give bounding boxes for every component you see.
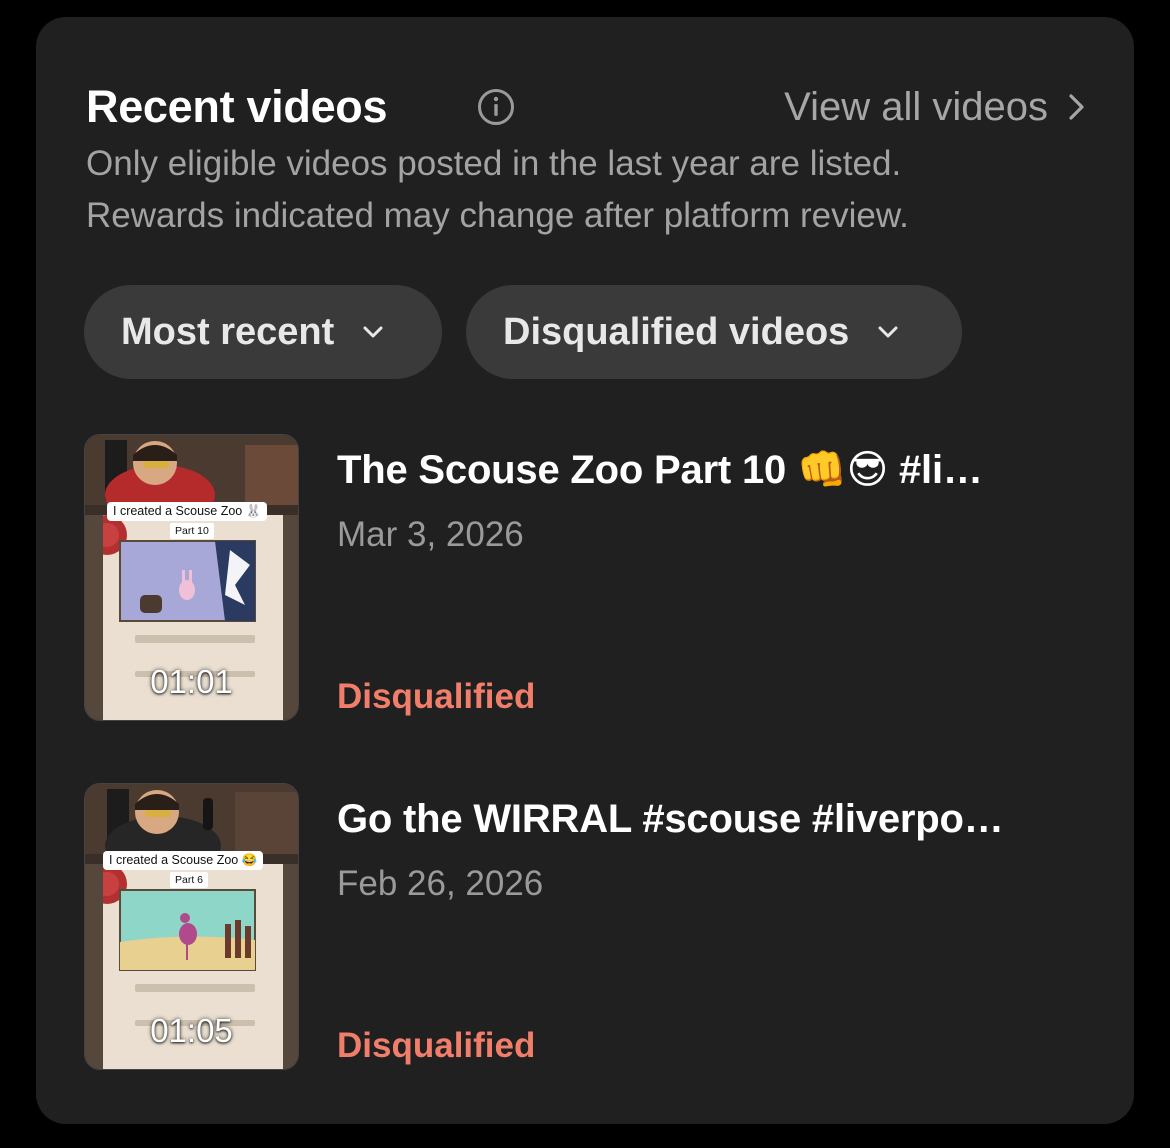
video-list-item[interactable]: I created a Scouse Zoo 🐰 Part 10 01:01 T… xyxy=(84,434,1134,724)
thumbnail-caption: I created a Scouse Zoo 🐰 xyxy=(107,502,268,521)
info-circle-icon[interactable] xyxy=(477,88,515,126)
video-date: Mar 3, 2026 xyxy=(337,515,524,554)
video-duration: 01:05 xyxy=(150,1012,233,1049)
status-filter-label: Disqualified videos xyxy=(503,310,850,353)
section-subtitle: Only eligible videos posted in the last … xyxy=(86,138,1086,242)
sort-dropdown[interactable]: Most recent xyxy=(84,285,442,379)
video-title-emoji: 👊😎 xyxy=(796,447,889,493)
video-duration: 01:01 xyxy=(150,663,233,700)
sort-dropdown-label: Most recent xyxy=(121,310,335,353)
chevron-right-icon xyxy=(1069,94,1084,120)
status-filter-dropdown[interactable]: Disqualified videos xyxy=(466,285,962,379)
view-all-videos-link[interactable]: View all videos xyxy=(784,77,1088,137)
video-thumbnail[interactable]: I created a Scouse Zoo 😂 Part 6 01:05 xyxy=(84,783,299,1070)
video-title-text: Go the WIRRAL #scouse #liverpo… xyxy=(337,797,1004,841)
recent-videos-card: Recent videos View all videos Only eligi… xyxy=(36,17,1134,1124)
video-date: Feb 26, 2026 xyxy=(337,864,544,903)
video-status: Disqualified xyxy=(337,1026,536,1065)
chevron-down-icon xyxy=(363,326,383,338)
section-header: Recent videos View all videos xyxy=(86,77,1088,137)
video-title: Go the WIRRAL #scouse #liverpo… xyxy=(337,793,1127,845)
subtitle-line-2: Rewards indicated may change after platf… xyxy=(86,196,909,235)
video-status: Disqualified xyxy=(337,677,536,716)
chevron-down-icon xyxy=(878,326,898,338)
video-list-item[interactable]: I created a Scouse Zoo 😂 Part 6 01:05 Go… xyxy=(84,783,1134,1073)
video-thumbnail[interactable]: I created a Scouse Zoo 🐰 Part 10 01:01 xyxy=(84,434,299,721)
thumbnail-caption: I created a Scouse Zoo 😂 xyxy=(103,851,264,870)
section-title: Recent videos xyxy=(86,81,388,132)
subtitle-line-1: Only eligible videos posted in the last … xyxy=(86,144,902,183)
video-title: The Scouse Zoo Part 10 👊😎 #li… xyxy=(337,444,1127,496)
thumbnail-part-label: Part 6 xyxy=(170,872,209,888)
view-all-label: View all videos xyxy=(784,84,1048,129)
video-title-text: The Scouse Zoo Part 10 xyxy=(337,448,797,492)
thumbnail-part-label: Part 10 xyxy=(170,523,214,539)
video-title-tail: #li… xyxy=(888,448,983,492)
